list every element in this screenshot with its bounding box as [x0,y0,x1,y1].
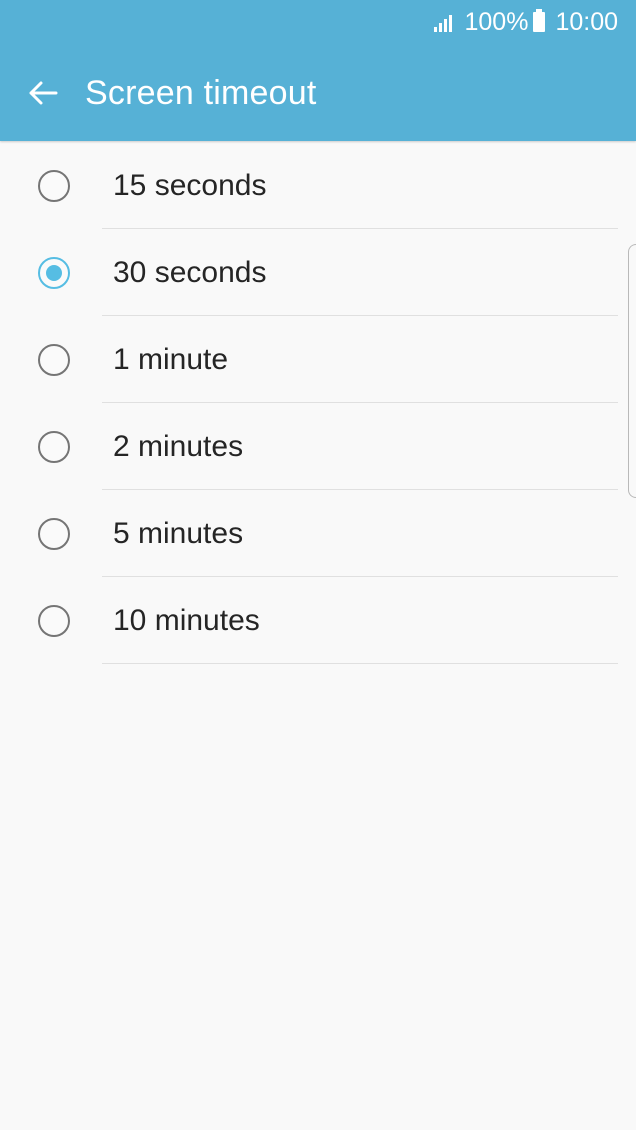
option-label: 10 minutes [113,603,260,637]
battery-percent: 100% [464,7,529,36]
timeout-option-10-minutes[interactable]: 10 minutes [0,577,636,664]
signal-icon [434,12,456,32]
toolbar: Screen timeout [0,63,636,123]
timeout-option-2-minutes[interactable]: 2 minutes [0,403,636,490]
radio-button-selected[interactable] [38,256,70,289]
option-label: 2 minutes [113,429,244,463]
status-bar: 100% 10:00 [434,0,618,44]
battery-icon [533,9,546,32]
page-title: Screen timeout [85,73,317,112]
edge-panel-handle[interactable] [628,244,636,498]
back-arrow-icon[interactable] [27,77,59,109]
option-label: 15 seconds [113,168,267,202]
option-label: 5 minutes [113,516,244,550]
radio-button[interactable] [38,343,70,376]
clock: 10:00 [555,7,618,36]
timeout-option-5-minutes[interactable]: 5 minutes [0,490,636,577]
option-label: 1 minute [113,342,229,376]
radio-button[interactable] [38,169,70,202]
timeout-option-30-seconds[interactable]: 30 seconds [0,229,636,316]
app-header: 100% 10:00 Screen timeout [0,0,636,141]
timeout-option-15-seconds[interactable]: 15 seconds [0,142,636,229]
timeout-option-1-minute[interactable]: 1 minute [0,316,636,403]
timeout-options-list: 15 seconds 30 seconds 1 minute 2 minutes… [0,142,636,664]
radio-button[interactable] [38,430,70,463]
radio-button[interactable] [38,517,70,550]
radio-button[interactable] [38,604,70,637]
option-label: 30 seconds [113,255,267,289]
divider [102,663,618,664]
